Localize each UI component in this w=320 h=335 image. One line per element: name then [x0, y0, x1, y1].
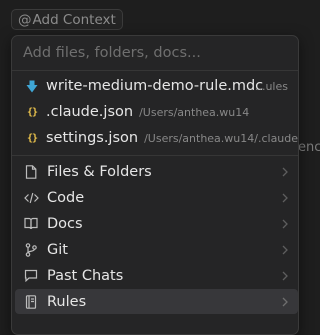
- menu-item-label: Code: [47, 189, 85, 206]
- chevron-right-icon: [282, 185, 288, 210]
- file-name: .claude.json: [46, 104, 134, 120]
- mdc-file-icon: [25, 80, 39, 93]
- menu-item-code[interactable]: Code: [15, 185, 298, 210]
- json-file-icon: {}: [26, 106, 38, 118]
- chat-icon: [23, 269, 39, 282]
- file-path: /Users/anthea.wu14/.claude: [144, 131, 298, 145]
- menu-item-label: Docs: [47, 215, 83, 232]
- chevron-right-icon: [282, 263, 288, 288]
- at-symbol: @: [18, 11, 32, 28]
- background-editor-text: enc: [298, 140, 320, 155]
- search-divider: [12, 70, 298, 71]
- file-path: /Users/anthea.wu14: [139, 105, 250, 119]
- recent-file-item[interactable]: {} settings.json /Users/anthea.wu14/.cla…: [12, 125, 298, 151]
- chevron-right-icon: [282, 159, 288, 184]
- code-icon: [23, 192, 39, 204]
- chevron-right-icon: [282, 237, 288, 262]
- chevron-right-icon: [282, 211, 288, 236]
- add-context-popup: write-medium-demo-rule.mdc ...ules {} .c…: [11, 35, 299, 335]
- json-file-icon: {}: [26, 132, 38, 144]
- file-name: write-medium-demo-rule.mdc: [46, 78, 264, 94]
- menu-item-docs[interactable]: Docs: [15, 211, 298, 236]
- add-context-label: Add Context: [32, 11, 116, 28]
- add-context-button[interactable]: @ Add Context: [11, 9, 123, 30]
- file-icon: [23, 164, 39, 179]
- menu-item-rules[interactable]: Rules: [15, 289, 298, 314]
- recent-file-item[interactable]: {} .claude.json /Users/anthea.wu14: [12, 99, 298, 125]
- files-divider: [12, 155, 298, 156]
- search-input[interactable]: [23, 41, 288, 65]
- menu-item-past-chats[interactable]: Past Chats: [15, 263, 298, 288]
- chevron-right-icon: [282, 289, 288, 314]
- menu-item-label: Git: [47, 241, 68, 258]
- menu-item-label: Past Chats: [47, 267, 124, 284]
- recent-file-item[interactable]: write-medium-demo-rule.mdc ...ules: [12, 73, 298, 99]
- file-name: settings.json: [46, 130, 139, 146]
- menu-item-label: Rules: [47, 293, 87, 310]
- rules-icon: [23, 294, 39, 309]
- menu-item-label: Files & Folders: [47, 163, 152, 180]
- git-branch-icon: [23, 242, 39, 257]
- file-path: ...ules: [254, 79, 288, 93]
- menu-item-files-folders[interactable]: Files & Folders: [15, 159, 298, 184]
- book-icon: [23, 217, 39, 230]
- menu-item-git[interactable]: Git: [15, 237, 298, 262]
